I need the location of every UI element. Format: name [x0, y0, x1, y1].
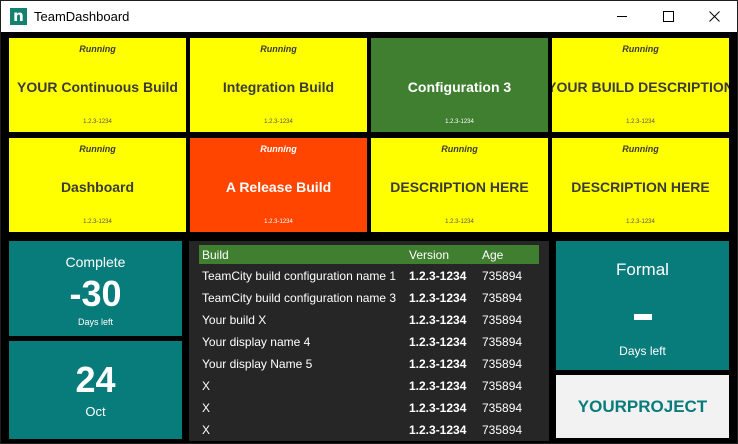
row-version: 1.2.3-1234: [409, 423, 467, 437]
row-build: Your build X: [202, 313, 267, 327]
column-header-version[interactable]: Version: [409, 248, 449, 262]
build-tile[interactable]: Running YOUR BUILD DESCRIPTION 1.2.3-123…: [552, 38, 729, 132]
window-title: TeamDashboard: [34, 9, 130, 24]
build-tile[interactable]: Running DESCRIPTION HERE 1.2.3-1234: [371, 138, 548, 232]
build-status: Running: [622, 44, 659, 54]
build-version: 1.2.3-1234: [264, 219, 293, 225]
row-version: 1.2.3-1234: [409, 291, 467, 305]
build-status: Running: [260, 44, 297, 54]
build-tile[interactable]: Configuration 3 1.2.3-1234: [371, 38, 548, 132]
build-status: Running: [260, 144, 297, 154]
build-name: DESCRIPTION HERE: [390, 179, 529, 195]
row-version: 1.2.3-1234: [409, 357, 467, 371]
build-version: 1.2.3-1234: [83, 219, 112, 225]
build-name: DESCRIPTION HERE: [571, 179, 710, 195]
row-age: 735894: [482, 401, 523, 415]
build-list: Build Version Age TeamCity build configu…: [189, 241, 549, 441]
app-icon: n: [10, 8, 27, 25]
row-build: Your display Name 5: [202, 357, 313, 371]
row-version: 1.2.3-1234: [409, 379, 467, 393]
column-header-age[interactable]: Age: [482, 248, 503, 262]
countdown-unit: Days left: [77, 317, 113, 327]
row-version: 1.2.3-1234: [409, 313, 467, 327]
build-tile[interactable]: Running A Release Build 1.2.3-1234: [190, 138, 367, 232]
close-button[interactable]: [691, 1, 737, 32]
countdown-label: Complete: [65, 254, 126, 270]
project-name: YOURPROJECT: [577, 397, 708, 416]
minimize-icon: [617, 16, 627, 17]
build-list-header: Build Version Age: [199, 245, 539, 264]
title-bar[interactable]: n TeamDashboard: [1, 1, 737, 32]
date-panel: 24 Oct: [9, 341, 182, 439]
build-name: YOUR Continuous Build: [17, 79, 178, 95]
table-row: TeamCity build configuration name 1 1.2.…: [199, 269, 539, 291]
table-row: Your display Name 5 1.2.3-1234 735894: [199, 357, 539, 379]
row-age: 735894: [482, 379, 523, 393]
build-version: 1.2.3-1234: [83, 119, 112, 125]
build-version: 1.2.3-1234: [626, 219, 655, 225]
row-age: 735894: [482, 357, 523, 371]
project-panel: YOURPROJECT: [556, 375, 729, 438]
build-status: Running: [79, 44, 116, 54]
table-row: X 1.2.3-1234 735894: [199, 423, 539, 441]
table-row: TeamCity build configuration name 3 1.2.…: [199, 291, 539, 313]
formal-panel: Formal Days left: [556, 241, 729, 370]
row-age: 735894: [482, 269, 523, 283]
row-build: Your display name 4: [202, 335, 311, 349]
row-age: 735894: [482, 335, 523, 349]
countdown-panel: Complete -30 Days left: [9, 241, 182, 336]
countdown-value: -30: [69, 273, 122, 314]
formal-value: [634, 314, 652, 320]
build-status: Running: [79, 144, 116, 154]
table-row: Your build X 1.2.3-1234 735894: [199, 313, 539, 335]
dashboard: Running YOUR Continuous Build 1.2.3-1234…: [1, 32, 737, 443]
table-row: Your display name 4 1.2.3-1234 735894: [199, 335, 539, 357]
build-name: Integration Build: [222, 79, 335, 95]
row-age: 735894: [482, 313, 523, 327]
build-tile[interactable]: Running YOUR Continuous Build 1.2.3-1234: [9, 38, 186, 132]
build-version: 1.2.3-1234: [445, 119, 474, 125]
row-age: 735894: [482, 291, 523, 305]
date-month: Oct: [85, 404, 106, 419]
formal-unit: Days left: [619, 344, 666, 358]
row-version: 1.2.3-1234: [409, 401, 467, 415]
row-version: 1.2.3-1234: [409, 269, 467, 283]
row-build: TeamCity build configuration name 1: [202, 269, 397, 283]
build-status: Running: [622, 144, 659, 154]
maximize-button[interactable]: [645, 1, 691, 32]
column-header-build[interactable]: Build: [202, 248, 229, 262]
build-status: Running: [441, 144, 478, 154]
build-tile[interactable]: Running Dashboard 1.2.3-1234: [9, 138, 186, 232]
minimize-button[interactable]: [599, 1, 645, 32]
build-name: Dashboard: [60, 179, 135, 195]
build-name: Configuration 3: [407, 79, 512, 95]
row-build: TeamCity build configuration name 3: [202, 291, 397, 305]
formal-label: Formal: [616, 260, 669, 279]
row-age: 735894: [482, 423, 523, 437]
row-build: X: [202, 423, 211, 437]
build-name: YOUR BUILD DESCRIPTION: [552, 79, 729, 95]
build-version: 1.2.3-1234: [626, 119, 655, 125]
build-tile[interactable]: Running Integration Build 1.2.3-1234: [190, 38, 367, 132]
row-build: X: [202, 379, 211, 393]
build-tile[interactable]: Running DESCRIPTION HERE 1.2.3-1234: [552, 138, 729, 232]
build-version: 1.2.3-1234: [445, 219, 474, 225]
maximize-icon: [663, 11, 674, 22]
close-icon: [709, 11, 720, 22]
app-window: n TeamDashboard Running YOUR Continuous …: [0, 0, 738, 444]
row-build: X: [202, 401, 211, 415]
build-name: A Release Build: [225, 179, 332, 195]
row-version: 1.2.3-1234: [409, 335, 467, 349]
date-day: 24: [75, 359, 116, 400]
build-version: 1.2.3-1234: [264, 119, 293, 125]
table-row: X 1.2.3-1234 735894: [199, 379, 539, 401]
table-row: X 1.2.3-1234 735894: [199, 401, 539, 423]
